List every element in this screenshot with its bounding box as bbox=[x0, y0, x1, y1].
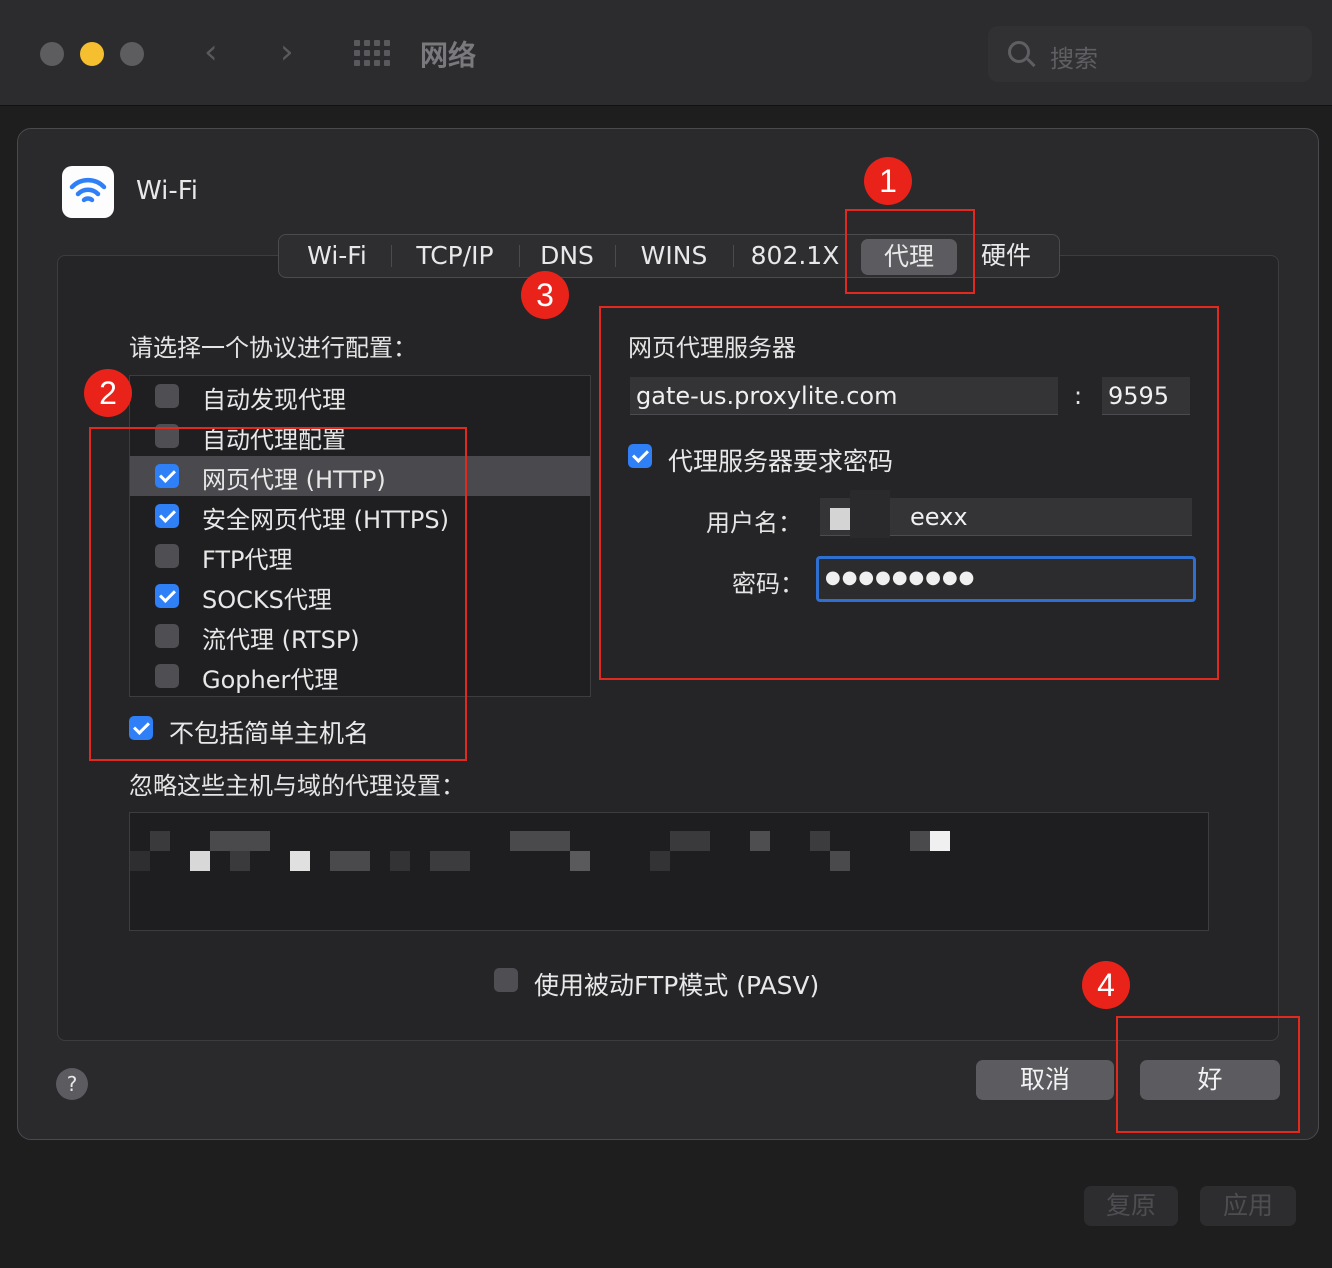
search-icon bbox=[1008, 41, 1030, 63]
close-window-button[interactable] bbox=[40, 42, 64, 66]
annotation-box-ok bbox=[1116, 1016, 1300, 1133]
tab-wins[interactable]: WINS bbox=[619, 235, 729, 277]
redacted-block bbox=[130, 851, 150, 871]
annotation-number-1: 1 bbox=[864, 157, 912, 205]
bypass-heading: 忽略这些主机与域的代理设置： bbox=[129, 772, 465, 800]
redacted-block bbox=[830, 851, 850, 871]
annotation-number-4: 4 bbox=[1082, 961, 1130, 1009]
redacted-block bbox=[930, 831, 950, 851]
annotation-box-proxy-server bbox=[599, 306, 1219, 680]
redacted-block bbox=[750, 831, 770, 851]
tab-dns[interactable]: DNS bbox=[523, 235, 611, 277]
apply-button[interactable]: 应用 bbox=[1200, 1186, 1296, 1226]
interface-name: Wi-Fi bbox=[136, 176, 199, 206]
search-placeholder: 搜索 bbox=[1050, 45, 1098, 73]
redacted-block bbox=[670, 831, 710, 851]
window-title: 网络 bbox=[420, 39, 477, 72]
passive-ftp-checkbox[interactable] bbox=[494, 968, 518, 992]
minimize-window-button[interactable] bbox=[80, 42, 104, 66]
revert-button[interactable]: 复原 bbox=[1084, 1186, 1178, 1226]
help-button[interactable]: ? bbox=[56, 1068, 88, 1100]
protocol-label: 自动发现代理 bbox=[202, 386, 346, 414]
bypass-hosts-textarea[interactable] bbox=[129, 812, 1209, 931]
forward-arrow-icon[interactable]: › bbox=[280, 32, 294, 72]
redacted-block bbox=[390, 851, 410, 871]
wifi-icon bbox=[62, 166, 114, 218]
redacted-block bbox=[570, 851, 590, 871]
tab-wifi[interactable]: Wi-Fi bbox=[287, 235, 387, 277]
cancel-button[interactable]: 取消 bbox=[976, 1060, 1114, 1100]
redacted-block bbox=[810, 831, 830, 851]
zoom-window-button[interactable] bbox=[120, 42, 144, 66]
tab-tcpip[interactable]: TCP/IP bbox=[395, 235, 515, 277]
tab-8021x[interactable]: 802.1X bbox=[741, 235, 849, 277]
redacted-block bbox=[430, 851, 470, 871]
annotation-box-proxies-tab bbox=[845, 209, 975, 294]
redacted-block bbox=[230, 851, 250, 871]
search-field[interactable]: 搜索 bbox=[988, 26, 1312, 82]
window-titlebar: ‹ › 网络 搜索 bbox=[0, 0, 1332, 106]
redacted-block bbox=[650, 851, 670, 871]
passive-ftp-label: 使用被动FTP模式 (PASV) bbox=[534, 971, 820, 1000]
back-arrow-icon[interactable]: ‹ bbox=[204, 32, 218, 72]
redacted-block bbox=[510, 831, 570, 851]
redacted-block bbox=[910, 831, 930, 851]
annotation-number-3: 3 bbox=[521, 271, 569, 319]
redacted-block bbox=[210, 831, 270, 851]
redacted-block bbox=[150, 831, 170, 851]
protocol-item-auto-discovery[interactable]: 自动发现代理 bbox=[130, 376, 590, 416]
annotation-number-2: 2 bbox=[84, 369, 132, 417]
protocol-heading: 请选择一个协议进行配置： bbox=[129, 334, 417, 362]
redacted-block bbox=[290, 851, 310, 871]
tab-hardware[interactable]: 硬件 bbox=[969, 235, 1043, 277]
annotation-box-protocols bbox=[89, 427, 467, 761]
show-all-grid-icon[interactable] bbox=[354, 40, 390, 66]
redacted-block bbox=[190, 851, 210, 871]
redacted-block bbox=[330, 851, 370, 871]
auto-discovery-checkbox[interactable] bbox=[155, 384, 179, 408]
